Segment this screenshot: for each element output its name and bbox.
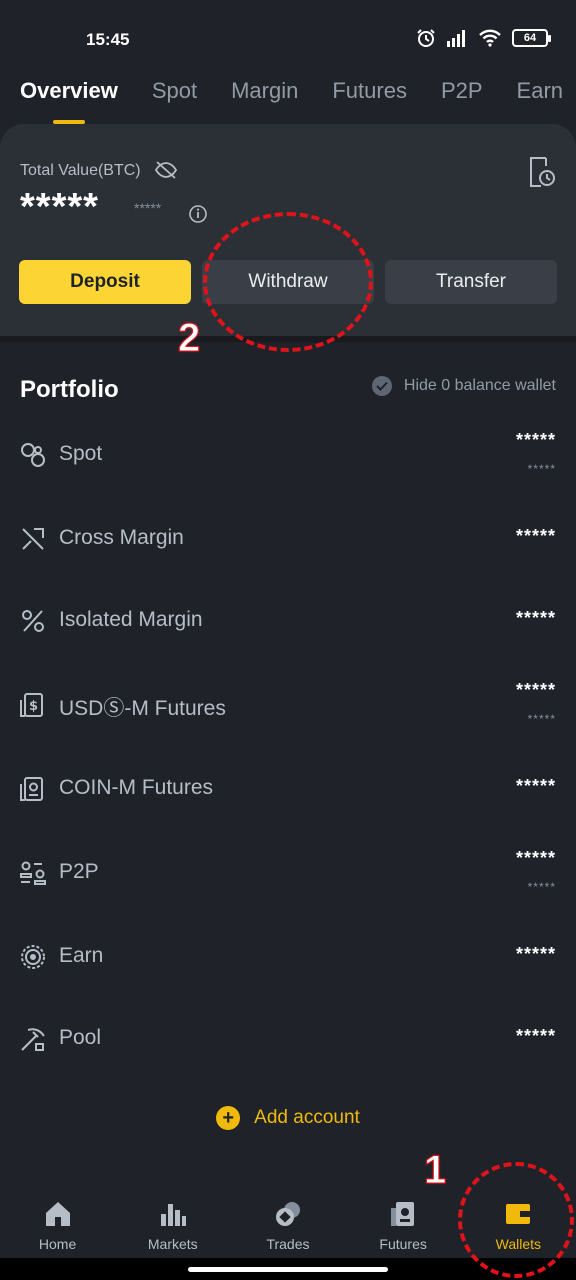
nav-trades[interactable]: Trades bbox=[230, 1186, 345, 1252]
add-account-label: Add account bbox=[254, 1107, 360, 1128]
nav-label: Home bbox=[38, 1236, 77, 1252]
wifi-icon bbox=[479, 29, 501, 47]
account-value: ***** bbox=[515, 526, 556, 546]
account-sub-value: ***** bbox=[527, 712, 556, 726]
account-row-coin-futures[interactable]: COIN-M Futures ***** bbox=[0, 750, 576, 830]
hide-zero-balance-toggle[interactable]: Hide 0 balance wallet bbox=[371, 376, 556, 396]
portfolio-title: Portfolio bbox=[20, 376, 119, 403]
account-row-spot[interactable]: Spot ***** ***** bbox=[0, 416, 576, 496]
nav-home[interactable]: Home bbox=[0, 1186, 115, 1252]
account-name: P2P bbox=[59, 860, 99, 883]
trades-icon bbox=[275, 1202, 300, 1226]
info-icon[interactable] bbox=[188, 204, 208, 224]
account-sub-value: ***** bbox=[527, 880, 556, 894]
wallet-icon bbox=[506, 1204, 531, 1224]
tab-overview[interactable]: Overview bbox=[20, 72, 118, 124]
account-value: ***** bbox=[515, 680, 556, 700]
balance-summary-card: Total Value(BTC) ***** ***** Deposit Wit… bbox=[0, 124, 576, 336]
wallet-tabs: Overview Spot Margin Futures P2P Earn bbox=[0, 72, 576, 124]
status-time: 15:45 bbox=[86, 30, 130, 49]
home-indicator[interactable] bbox=[188, 1267, 388, 1272]
spot-icon bbox=[21, 443, 45, 467]
account-name: COIN-M Futures bbox=[59, 776, 214, 799]
account-name: USDⓈ-M Futures bbox=[59, 697, 226, 720]
status-bar: 15:45 64 bbox=[0, 0, 576, 80]
account-value: ***** bbox=[515, 944, 556, 964]
cross-margin-icon bbox=[22, 528, 44, 550]
coin-futures-icon bbox=[20, 777, 43, 801]
earn-icon bbox=[21, 945, 45, 969]
usds-futures-icon: $ bbox=[20, 693, 43, 717]
nav-markets[interactable]: Markets bbox=[115, 1186, 230, 1252]
account-row-earn[interactable]: Earn ***** bbox=[0, 918, 576, 998]
nav-label: Trades bbox=[266, 1236, 310, 1252]
transfer-button[interactable]: Transfer bbox=[385, 260, 557, 304]
total-value-label: Total Value(BTC) bbox=[20, 162, 141, 179]
account-value: ***** bbox=[515, 848, 556, 868]
p2p-icon bbox=[20, 861, 46, 885]
section-divider bbox=[0, 336, 576, 342]
isolated-margin-icon bbox=[22, 610, 44, 632]
plus-icon: + bbox=[216, 1106, 241, 1130]
total-value-masked: ***** bbox=[20, 186, 99, 228]
pool-icon bbox=[21, 1028, 45, 1051]
history-icon[interactable] bbox=[528, 156, 556, 188]
futures-icon bbox=[391, 1202, 415, 1226]
nav-wallets[interactable]: Wallets bbox=[461, 1186, 576, 1252]
checkmark-icon bbox=[371, 376, 392, 396]
add-account-button[interactable]: + Add account bbox=[0, 1106, 576, 1130]
account-name: Isolated Margin bbox=[59, 608, 203, 631]
deposit-button[interactable]: Deposit bbox=[19, 260, 191, 304]
account-row-isolated-margin[interactable]: Isolated Margin ***** bbox=[0, 582, 576, 662]
battery-indicator: 64 bbox=[512, 29, 551, 47]
account-value: ***** bbox=[515, 776, 556, 796]
tab-p2p[interactable]: P2P bbox=[441, 72, 483, 124]
account-sub-value: ***** bbox=[527, 462, 556, 476]
account-name: Earn bbox=[59, 944, 104, 967]
bottom-navigation: Home Markets Trades Futures Wallets bbox=[0, 1186, 576, 1258]
tab-margin[interactable]: Margin bbox=[231, 72, 298, 124]
tab-spot[interactable]: Spot bbox=[152, 72, 197, 124]
alarm-icon bbox=[417, 29, 435, 47]
fiat-value-masked: ***** bbox=[134, 200, 162, 216]
account-row-usds-futures[interactable]: $ USDⓈ-M Futures ***** ***** bbox=[0, 666, 576, 746]
account-name: Spot bbox=[59, 442, 103, 465]
account-value: ***** bbox=[515, 430, 556, 450]
nav-label: Markets bbox=[147, 1236, 198, 1252]
account-row-pool[interactable]: Pool ***** bbox=[0, 1000, 576, 1080]
status-icons: 64 bbox=[416, 28, 551, 48]
account-row-cross-margin[interactable]: Cross Margin ***** bbox=[0, 500, 576, 580]
account-row-p2p[interactable]: P2P ***** ***** bbox=[0, 834, 576, 914]
home-icon bbox=[45, 1202, 70, 1226]
account-name: Cross Margin bbox=[59, 526, 184, 549]
markets-icon bbox=[160, 1204, 186, 1226]
signal-icon bbox=[447, 30, 465, 47]
svg-text:$: $ bbox=[29, 699, 38, 714]
tab-earn[interactable]: Earn bbox=[517, 72, 563, 124]
nav-label: Wallets bbox=[495, 1236, 542, 1252]
nav-label: Futures bbox=[379, 1236, 427, 1252]
account-name: Pool bbox=[59, 1026, 102, 1049]
nav-futures[interactable]: Futures bbox=[346, 1186, 461, 1252]
eye-off-icon[interactable] bbox=[154, 160, 178, 180]
account-value: ***** bbox=[515, 1026, 556, 1046]
withdraw-button[interactable]: Withdraw bbox=[202, 260, 374, 304]
hide-zero-balance-label: Hide 0 balance wallet bbox=[403, 377, 556, 394]
account-value: ***** bbox=[515, 608, 556, 628]
system-home-bar bbox=[0, 1258, 576, 1280]
tab-futures[interactable]: Futures bbox=[332, 72, 407, 124]
